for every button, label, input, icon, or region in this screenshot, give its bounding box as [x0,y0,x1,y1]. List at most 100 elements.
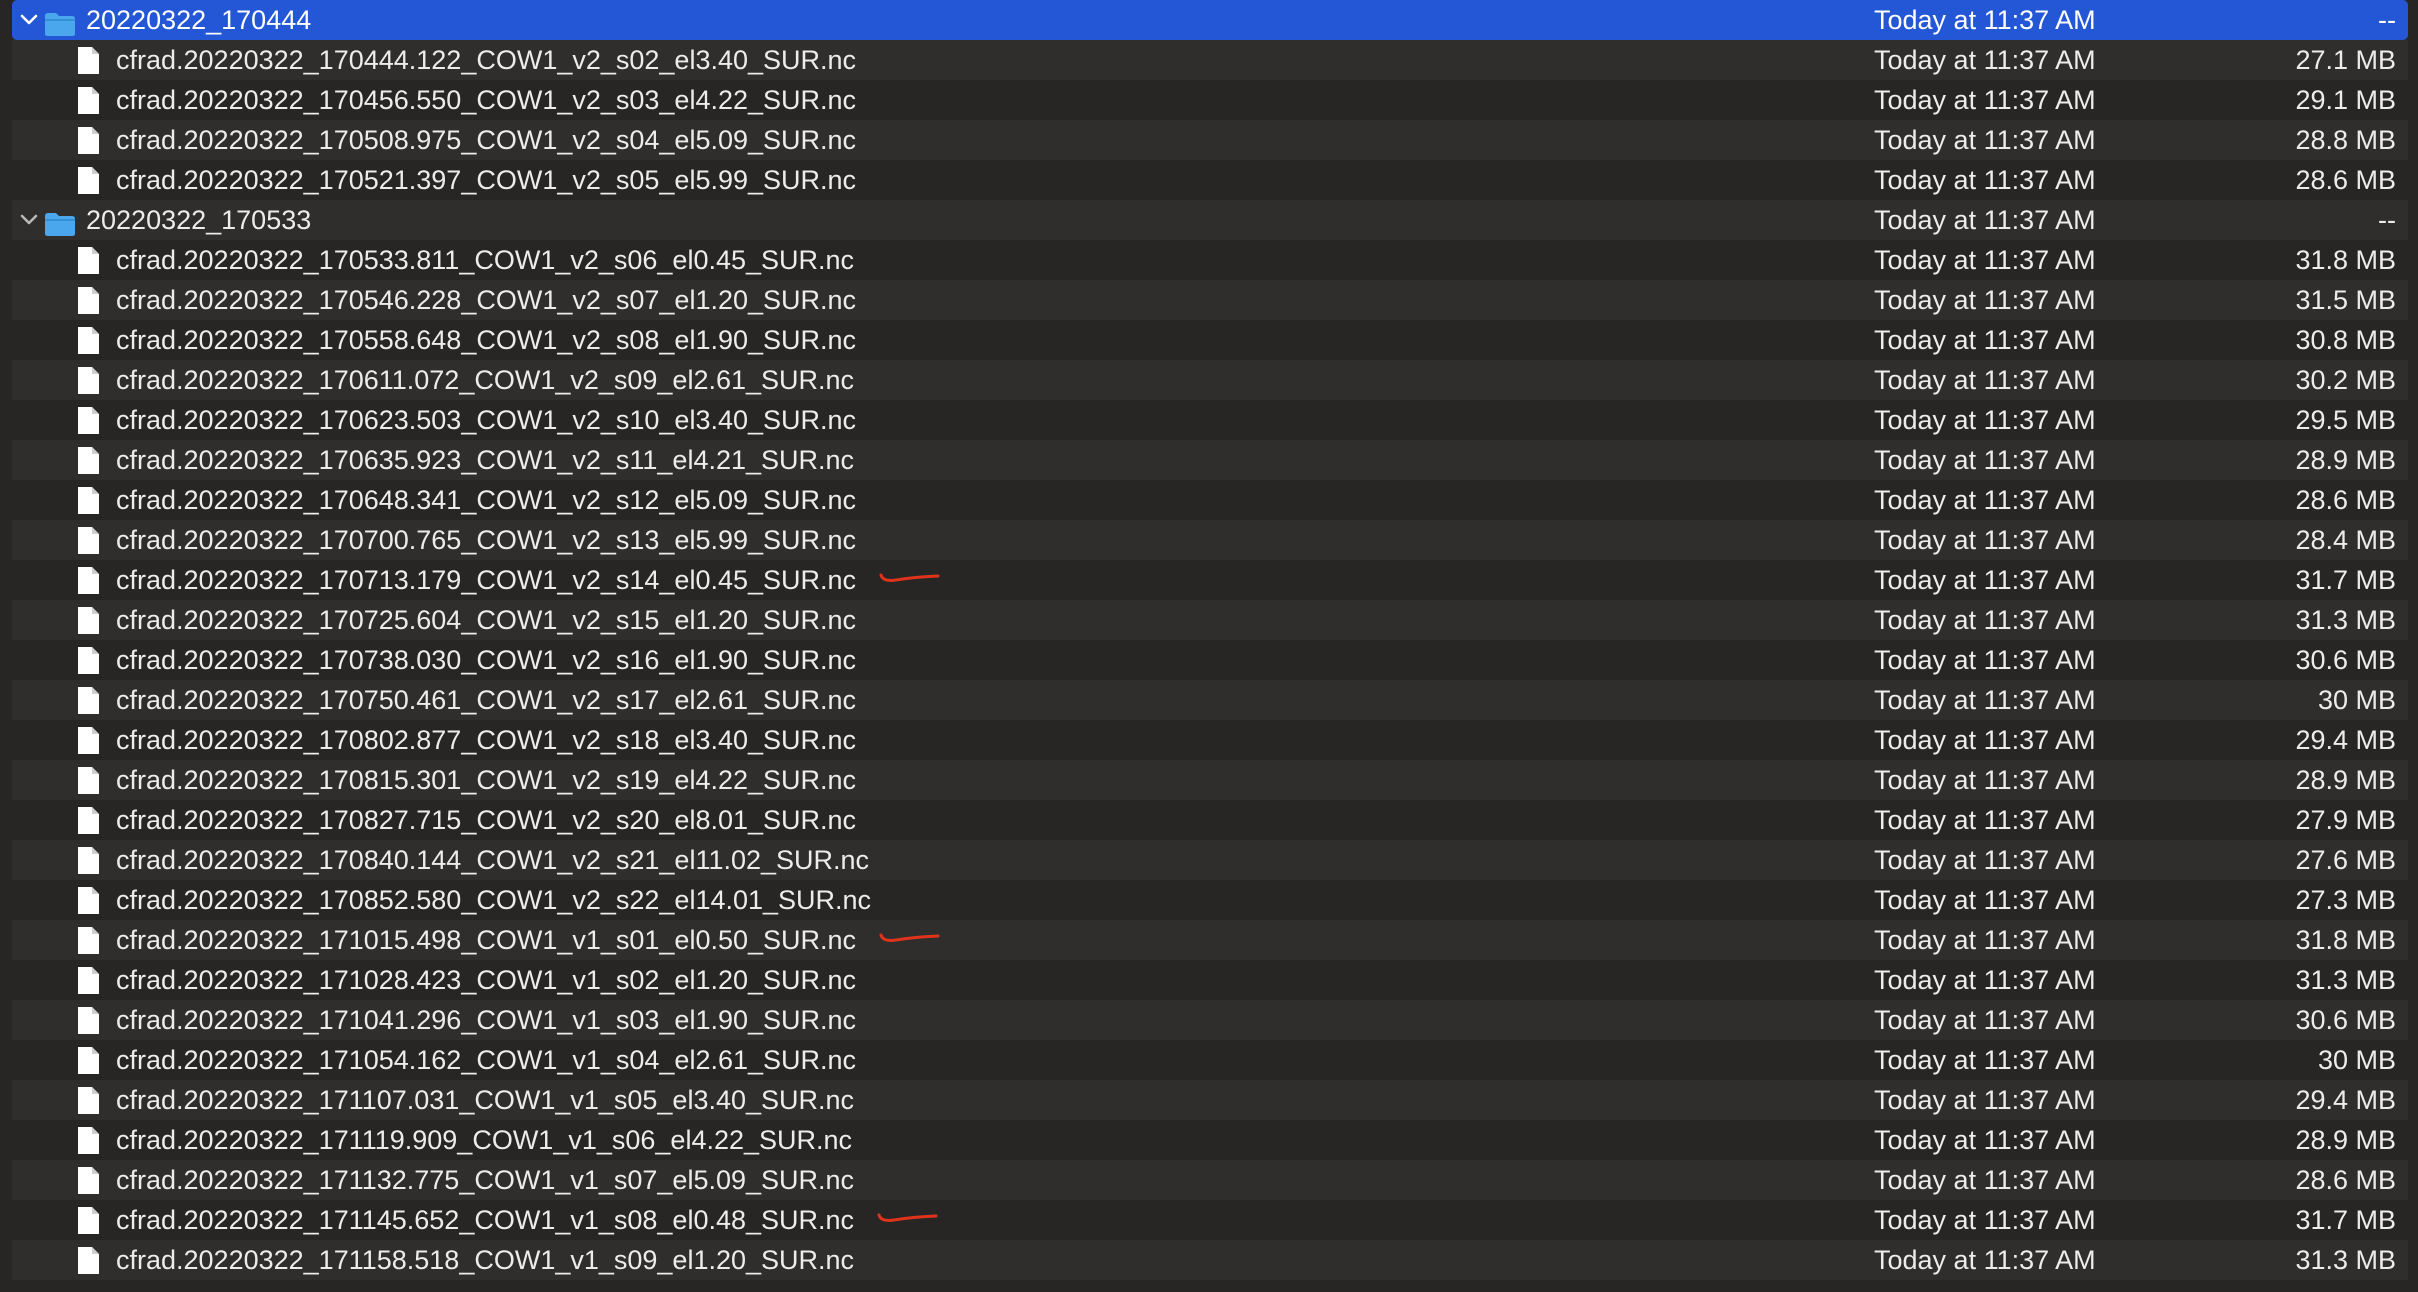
date-modified: Today at 11:37 AM [1874,685,2096,715]
date-modified: Today at 11:37 AM [1874,1245,2096,1275]
item-size: 27.1 MB [2295,45,2396,75]
item-name: cfrad.20220322_170815.301_COW1_v2_s19_el… [116,765,857,795]
date-modified: Today at 11:37 AM [1874,645,2096,675]
file-row[interactable]: cfrad.20220322_170456.550_COW1_v2_s03_el… [12,80,2408,120]
file-row[interactable]: cfrad.20220322_171119.909_COW1_v1_s06_el… [12,1120,2408,1160]
file-row[interactable]: cfrad.20220322_170827.715_COW1_v2_s20_el… [12,800,2408,840]
item-size: 31.5 MB [2295,285,2396,315]
file-row[interactable]: cfrad.20220322_170852.580_COW1_v2_s22_el… [12,880,2408,920]
file-row[interactable]: cfrad.20220322_170521.397_COW1_v2_s05_el… [12,160,2408,200]
file-row[interactable]: cfrad.20220322_171041.296_COW1_v1_s03_el… [12,1000,2408,1040]
document-icon [76,166,101,195]
date-modified: Today at 11:37 AM [1874,245,2096,275]
file-row[interactable]: cfrad.20220322_171158.518_COW1_v1_s09_el… [12,1240,2408,1280]
date-modified: Today at 11:37 AM [1874,605,2096,635]
item-name: cfrad.20220322_170558.648_COW1_v2_s08_el… [116,325,857,355]
file-row[interactable]: cfrad.20220322_170713.179_COW1_v2_s14_el… [12,560,2408,600]
file-row[interactable]: cfrad.20220322_170700.765_COW1_v2_s13_el… [12,520,2408,560]
date-modified: Today at 11:37 AM [1874,85,2096,115]
item-size: 30.8 MB [2295,325,2396,355]
document-icon [76,46,101,75]
file-row[interactable]: cfrad.20220322_170738.030_COW1_v2_s16_el… [12,640,2408,680]
file-row[interactable]: cfrad.20220322_170802.877_COW1_v2_s18_el… [12,720,2408,760]
date-modified: Today at 11:37 AM [1874,1125,2096,1155]
folder-row[interactable]: 20220322_170533 Today at 11:37 AM -- [12,200,2408,240]
item-name: cfrad.20220322_170546.228_COW1_v2_s07_el… [116,285,857,315]
file-row[interactable]: cfrad.20220322_170725.604_COW1_v2_s15_el… [12,600,2408,640]
item-name: cfrad.20220322_170700.765_COW1_v2_s13_el… [116,525,857,555]
annotation-mark [877,1213,938,1222]
document-icon [76,86,101,115]
file-row[interactable]: cfrad.20220322_171107.031_COW1_v1_s05_el… [12,1080,2408,1120]
file-row[interactable]: cfrad.20220322_170611.072_COW1_v2_s09_el… [12,360,2408,400]
file-row[interactable]: cfrad.20220322_171054.162_COW1_v1_s04_el… [12,1040,2408,1080]
annotation-mark [879,573,940,582]
date-modified: Today at 11:37 AM [1874,45,2096,75]
file-row[interactable]: cfrad.20220322_170635.923_COW1_v2_s11_el… [12,440,2408,480]
item-name: cfrad.20220322_171119.909_COW1_v1_s06_el… [116,1125,853,1155]
document-icon [76,646,101,675]
item-name: cfrad.20220322_171132.775_COW1_v1_s07_el… [116,1165,855,1195]
item-size: 28.6 MB [2295,485,2396,515]
item-name: cfrad.20220322_171041.296_COW1_v1_s03_el… [116,1005,857,1035]
date-modified: Today at 11:37 AM [1874,1085,2096,1115]
document-icon [76,486,101,515]
document-icon [76,726,101,755]
document-icon [76,1206,101,1235]
file-row[interactable]: cfrad.20220322_170444.122_COW1_v2_s02_el… [12,40,2408,80]
item-size: 30 MB [2317,685,2396,715]
document-icon [76,1166,101,1195]
document-icon [76,566,101,595]
file-row[interactable]: cfrad.20220322_170648.341_COW1_v2_s12_el… [12,480,2408,520]
folder-row[interactable]: 20220322_170444 Today at 11:37 AM -- [12,0,2408,40]
file-row[interactable]: cfrad.20220322_170546.228_COW1_v2_s07_el… [12,280,2408,320]
date-modified: Today at 11:37 AM [1874,165,2096,195]
date-modified: Today at 11:37 AM [1874,1005,2096,1035]
file-row[interactable]: cfrad.20220322_171028.423_COW1_v1_s02_el… [12,960,2408,1000]
item-name: cfrad.20220322_170827.715_COW1_v2_s20_el… [116,805,857,835]
item-size: 30.2 MB [2295,365,2396,395]
document-icon [76,846,101,875]
item-name: cfrad.20220322_170444.122_COW1_v2_s02_el… [116,45,857,75]
document-icon [76,806,101,835]
file-row[interactable]: cfrad.20220322_170508.975_COW1_v2_s04_el… [12,120,2408,160]
document-icon [76,406,101,435]
date-modified: Today at 11:37 AM [1874,885,2096,915]
item-size: -- [2378,205,2396,235]
date-modified: Today at 11:37 AM [1874,565,2096,595]
chevron-down-icon[interactable] [16,200,42,240]
item-name: cfrad.20220322_171107.031_COW1_v1_s05_el… [116,1085,855,1115]
file-row[interactable]: cfrad.20220322_171015.498_COW1_v1_s01_el… [12,920,2408,960]
item-size: 28.8 MB [2295,125,2396,155]
item-size: 31.8 MB [2295,925,2396,955]
file-row[interactable]: cfrad.20220322_170623.503_COW1_v2_s10_el… [12,400,2408,440]
item-size: 31.3 MB [2295,1245,2396,1275]
file-row[interactable]: cfrad.20220322_171132.775_COW1_v1_s07_el… [12,1160,2408,1200]
chevron-right-icon[interactable] [16,1280,42,1292]
folder-icon [44,8,76,36]
file-row[interactable]: cfrad.20220322_170750.461_COW1_v2_s17_el… [12,680,2408,720]
document-icon [76,126,101,155]
item-name: cfrad.20220322_170840.144_COW1_v2_s21_el… [116,845,870,875]
document-icon [76,886,101,915]
file-row[interactable]: cfrad.20220322_171145.652_COW1_v1_s08_el… [12,1200,2408,1240]
date-modified: Today at 11:37 AM [1874,125,2096,155]
item-name: cfrad.20220322_170738.030_COW1_v2_s16_el… [116,645,857,675]
document-icon [76,1006,101,1035]
date-modified: Today at 11:37 AM [1874,525,2096,555]
file-row[interactable]: cfrad.20220322_170815.301_COW1_v2_s19_el… [12,760,2408,800]
file-row[interactable]: cfrad.20220322_170533.811_COW1_v2_s06_el… [12,240,2408,280]
chevron-down-icon[interactable] [16,0,42,40]
file-row[interactable]: cfrad.20220322_170840.144_COW1_v2_s21_el… [12,840,2408,880]
item-size: 31.7 MB [2295,1205,2396,1235]
document-icon [76,686,101,715]
item-name: cfrad.20220322_170456.550_COW1_v2_s03_el… [116,85,857,115]
date-modified: Today at 11:37 AM [1874,405,2096,435]
item-size: -- [2378,5,2396,35]
item-size: 28.6 MB [2295,1165,2396,1195]
document-icon [76,926,101,955]
item-size: 31.8 MB [2295,245,2396,275]
item-size: 29.4 MB [2295,1085,2396,1115]
folder-row[interactable] [12,1280,2408,1292]
file-row[interactable]: cfrad.20220322_170558.648_COW1_v2_s08_el… [12,320,2408,360]
